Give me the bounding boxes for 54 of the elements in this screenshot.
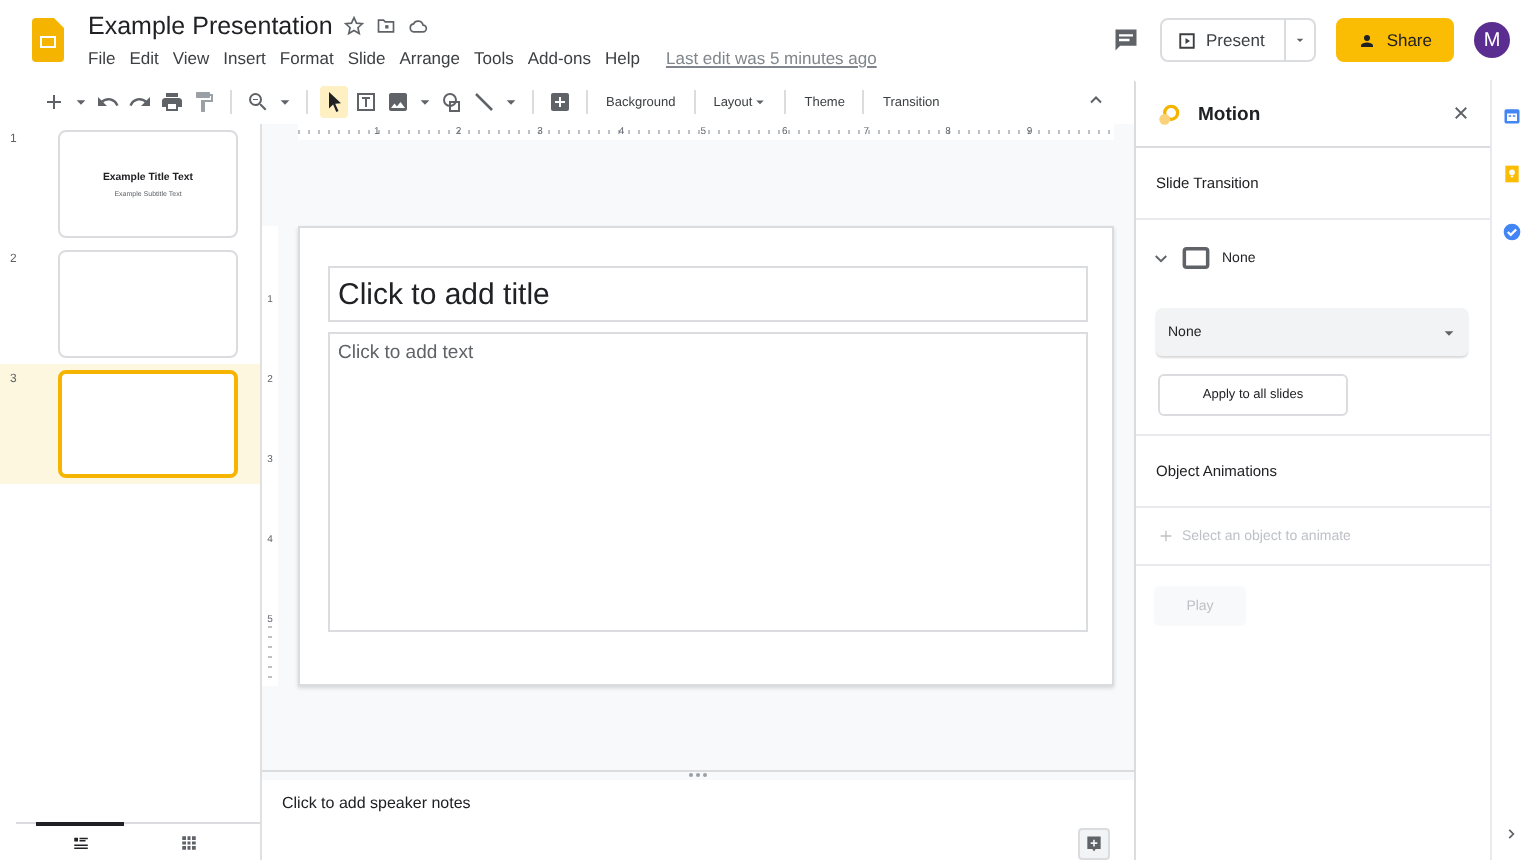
tasks-icon[interactable] [1501,222,1521,242]
comment-add-icon [548,90,572,114]
menu-item[interactable]: Format [279,48,334,68]
folder-icon[interactable] [376,16,397,36]
menu-item[interactable]: Edit [129,48,159,68]
calendar-icon[interactable] [1501,106,1521,126]
slide-thumbnail[interactable] [58,250,238,358]
menu-item[interactable]: Add-ons [527,48,591,68]
slide-icon [1182,246,1210,270]
menu-item[interactable]: Slide [347,48,386,68]
present-icon [1178,31,1197,49]
slides-logo-icon [32,18,64,62]
add-icon [1084,834,1104,854]
account-avatar[interactable]: M [1474,22,1510,58]
expand-chevron-icon[interactable] [1152,249,1170,267]
speaker-notes-field[interactable]: Click to add speaker notes [282,794,471,860]
person-icon [1358,31,1377,49]
share-button[interactable]: Share [1336,18,1454,62]
image-icon [386,90,410,114]
resize-handle-icon[interactable] [688,772,708,778]
menu-item[interactable]: View [172,48,210,68]
document-title[interactable]: Example Presentation [88,12,333,40]
select-button[interactable] [320,86,348,118]
paint-format-button[interactable] [190,86,218,118]
shape-icon [440,90,464,114]
star-icon[interactable] [344,16,365,36]
title-placeholder[interactable]: Click to add title [328,266,1088,322]
menu-item[interactable]: Arrange [399,48,460,68]
menu-item[interactable]: Insert [223,48,266,68]
caret-icon [754,96,767,108]
new-slide-icon [42,90,66,114]
zoom-icon [246,90,270,114]
menu-item[interactable]: File [88,48,116,68]
menu-item[interactable]: Help [605,48,640,68]
comments-icon[interactable] [1112,26,1141,54]
paint-format-icon [192,90,216,114]
expand-panel-icon[interactable] [1504,826,1518,842]
filmstrip-view-icon [71,834,89,852]
cloud-icon[interactable] [408,16,429,36]
close-icon[interactable] [1452,103,1470,121]
caret-icon [1442,325,1456,339]
panel-title: Motion [1198,103,1261,125]
text-box-icon [354,90,378,114]
plus-icon [1158,528,1174,544]
explore-button[interactable] [1078,828,1110,860]
present-button[interactable]: Present [1160,18,1287,62]
menu-item[interactable]: Tools [473,48,514,68]
grid-view-icon [179,834,197,852]
slide-thumbnail[interactable] [58,370,238,478]
body-placeholder[interactable]: Click to add text [328,332,1088,632]
print-icon [160,90,184,114]
line-icon [472,90,496,114]
motion-icon [1156,101,1182,127]
last-edit-link[interactable]: Last edit was 5 minutes ago [665,48,877,68]
